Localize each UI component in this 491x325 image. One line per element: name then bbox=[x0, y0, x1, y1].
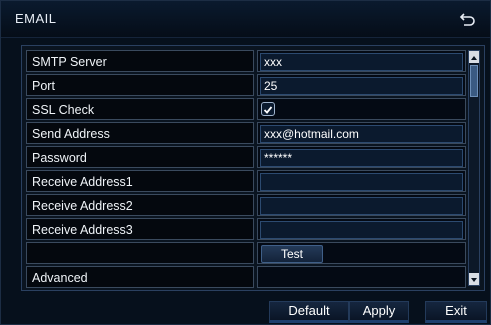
window-title: EMAIL bbox=[15, 11, 57, 26]
test-cell: Test bbox=[257, 242, 466, 264]
receive-address3-cell bbox=[257, 218, 466, 240]
port-input[interactable]: 25 bbox=[260, 77, 463, 95]
receive-address3-input[interactable] bbox=[260, 221, 463, 239]
scroll-up-button[interactable] bbox=[469, 51, 479, 63]
scroll-down-button[interactable] bbox=[469, 273, 479, 285]
receive-address2-label: Receive Address2 bbox=[26, 194, 254, 216]
port-label: Port bbox=[26, 74, 254, 96]
receive-address1-label: Receive Address1 bbox=[26, 170, 254, 192]
send-address-input[interactable]: xxx@hotmail.com bbox=[260, 125, 463, 143]
test-row-label bbox=[26, 242, 254, 264]
row-ssl-check: SSL Check bbox=[26, 98, 466, 122]
smtp-server-input[interactable]: xxx bbox=[260, 53, 463, 71]
advanced-cell bbox=[257, 266, 466, 288]
row-smtp-server: SMTP Server xxx bbox=[26, 50, 466, 74]
test-button[interactable]: Test bbox=[261, 245, 323, 263]
row-receive-address3: Receive Address3 bbox=[26, 218, 466, 242]
row-advanced[interactable]: Advanced bbox=[26, 266, 466, 290]
row-send-address: Send Address xxx@hotmail.com bbox=[26, 122, 466, 146]
ssl-check-checkbox[interactable] bbox=[261, 102, 275, 116]
password-label: Password bbox=[26, 146, 254, 168]
receive-address2-cell bbox=[257, 194, 466, 216]
receive-address1-input[interactable] bbox=[260, 173, 463, 191]
ssl-check-label: SSL Check bbox=[26, 98, 254, 120]
row-password: Password ****** bbox=[26, 146, 466, 170]
smtp-server-label: SMTP Server bbox=[26, 50, 254, 72]
row-receive-address1: Receive Address1 bbox=[26, 170, 466, 194]
checkmark-icon bbox=[263, 106, 273, 114]
row-port: Port 25 bbox=[26, 74, 466, 98]
receive-address2-input[interactable] bbox=[260, 197, 463, 215]
port-cell: 25 bbox=[257, 74, 466, 96]
apply-button[interactable]: Apply bbox=[349, 301, 409, 323]
back-arrow-icon[interactable] bbox=[458, 9, 478, 29]
send-address-label: Send Address bbox=[26, 122, 254, 144]
scroll-thumb[interactable] bbox=[470, 65, 478, 97]
settings-panel: SMTP Server xxx Port 25 SSL Check Send A… bbox=[21, 45, 485, 291]
row-test: Test bbox=[26, 242, 466, 266]
scrollbar[interactable] bbox=[468, 50, 480, 286]
password-input[interactable]: ****** bbox=[260, 149, 463, 167]
receive-address1-cell bbox=[257, 170, 466, 192]
advanced-label[interactable]: Advanced bbox=[26, 266, 254, 288]
email-settings-window: EMAIL SMTP Server xxx Port 25 SSL Check … bbox=[0, 0, 491, 325]
password-cell: ****** bbox=[257, 146, 466, 168]
smtp-server-cell: xxx bbox=[257, 50, 466, 72]
row-receive-address2: Receive Address2 bbox=[26, 194, 466, 218]
receive-address3-label: Receive Address3 bbox=[26, 218, 254, 240]
title-bar: EMAIL bbox=[1, 1, 490, 38]
send-address-cell: xxx@hotmail.com bbox=[257, 122, 466, 144]
triangle-up-icon bbox=[471, 56, 477, 60]
triangle-down-icon bbox=[471, 278, 477, 282]
exit-button[interactable]: Exit bbox=[425, 301, 487, 323]
ssl-check-cell bbox=[257, 98, 466, 120]
default-button[interactable]: Default bbox=[269, 301, 349, 323]
